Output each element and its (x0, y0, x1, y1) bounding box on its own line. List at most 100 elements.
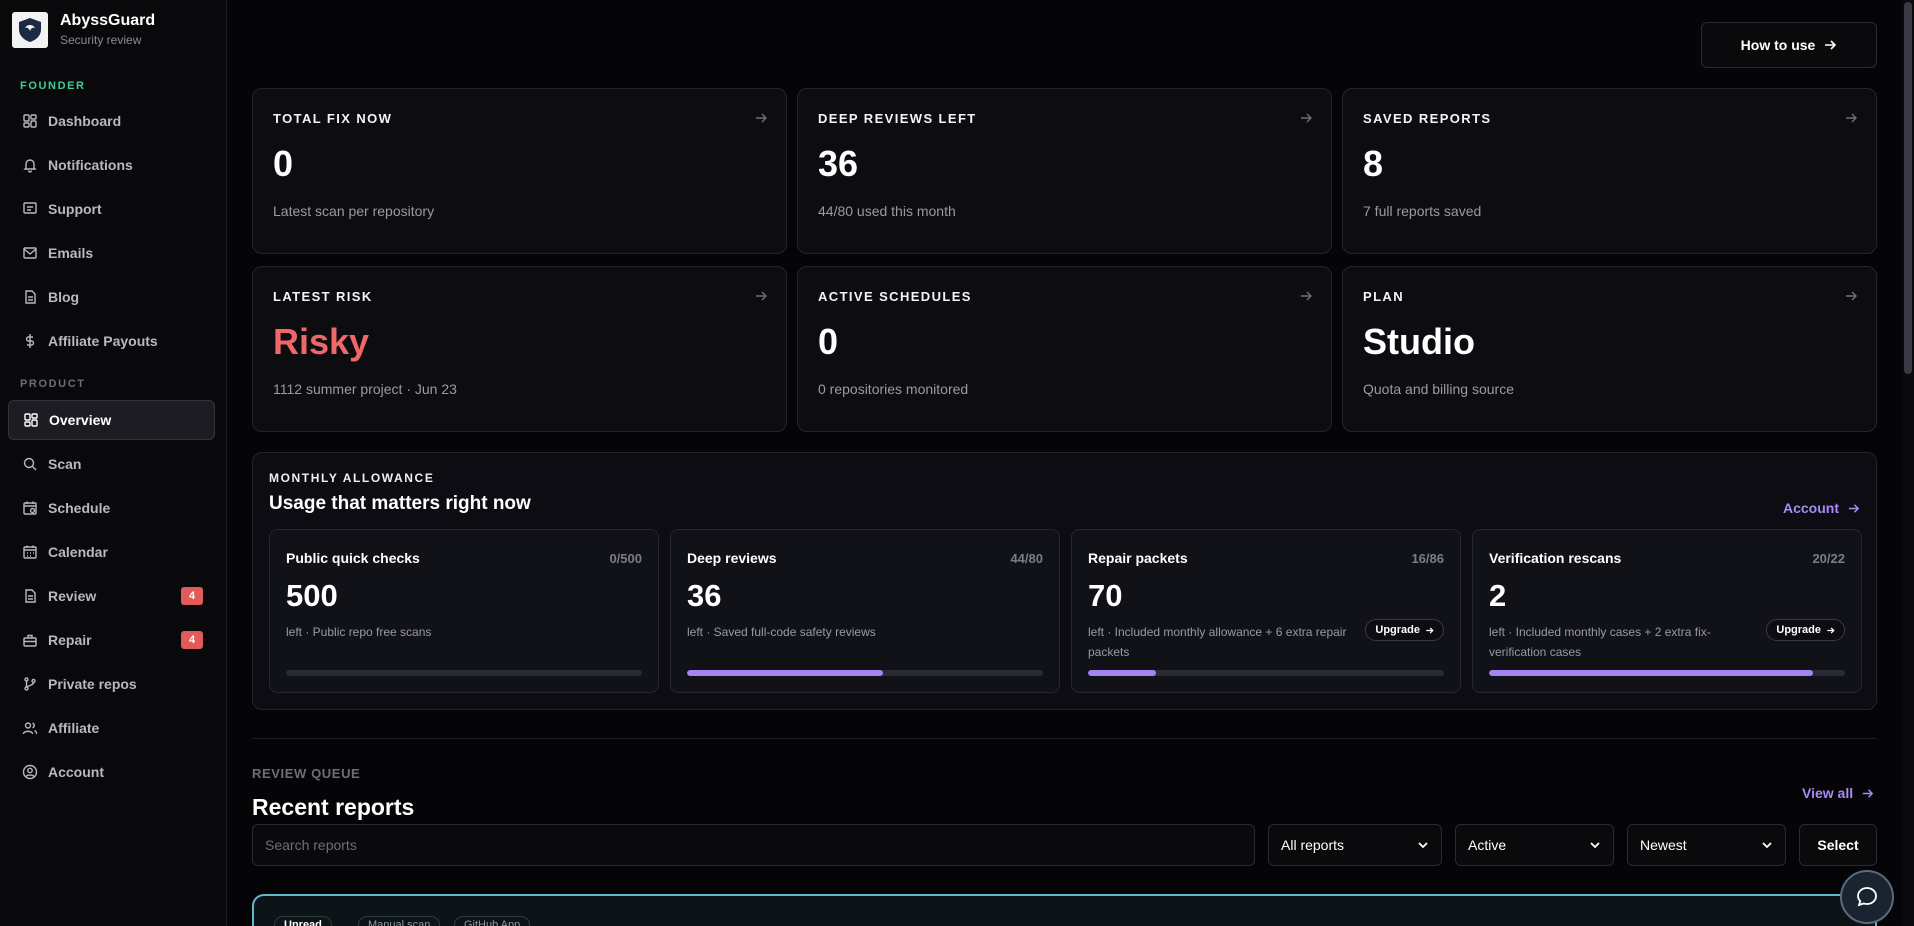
quota-subtitle: left · Included monthly cases + 2 extra … (1489, 625, 1711, 659)
arrow-right-icon (1426, 626, 1434, 634)
quota-title: Public quick checks (286, 550, 420, 566)
quota-title: Verification rescans (1489, 550, 1622, 566)
scrollbar-thumb[interactable] (1904, 2, 1912, 374)
quota-card-deep-reviews: Deep reviews 44/80 36 left · Saved full-… (670, 529, 1060, 693)
sidebar-item-label: Dashboard (48, 113, 122, 129)
stat-subtitle: 0 repositories monitored (818, 381, 969, 397)
select-button[interactable]: Select (1799, 824, 1877, 866)
upgrade-label: Upgrade (1375, 624, 1420, 636)
sidebar-item-emails[interactable]: Emails (8, 233, 215, 273)
mail-icon (23, 247, 37, 259)
stat-card-plan[interactable]: PLAN Studio Quota and billing source (1342, 266, 1877, 432)
sidebar-item-account[interactable]: Account (8, 752, 215, 792)
sidebar-item-schedule[interactable]: Schedule (8, 488, 215, 528)
users-icon (22, 722, 38, 735)
stat-title: LATEST RISK (273, 289, 373, 304)
sidebar-item-label: Blog (48, 289, 80, 305)
sidebar-item-label: Schedule (48, 500, 111, 516)
stat-value: 0 (273, 143, 294, 184)
stat-card-saved-reports[interactable]: SAVED REPORTS 8 7 full reports saved (1342, 88, 1877, 254)
stat-subtitle: 1112 summer project · Jun 23 (273, 381, 457, 397)
sidebar-item-notifications[interactable]: Notifications (8, 145, 215, 185)
manual-scan-tag: Manual scan (358, 916, 441, 926)
sort-select[interactable]: Newest (1627, 824, 1786, 866)
arrow-right-icon (1301, 113, 1312, 123)
dollar-icon (25, 334, 35, 348)
sidebar-item-label: Account (48, 764, 104, 780)
report-card[interactable]: Unread Manual scan GitHub App (252, 894, 1877, 926)
page-scrollbar[interactable] (1902, 0, 1914, 926)
sidebar-item-label: Support (48, 201, 102, 217)
status-filter-value: Active (1468, 837, 1507, 853)
stat-title: TOTAL FIX NOW (273, 111, 393, 126)
stat-value: Studio (1363, 321, 1475, 362)
quota-subtitle: left · Saved full-code safety reviews (687, 625, 876, 639)
document-icon (25, 290, 36, 304)
quota-progress-bar (1489, 670, 1845, 676)
sidebar-item-affiliate[interactable]: Affiliate (8, 708, 215, 748)
review-queue-label: REVIEW QUEUE (252, 766, 361, 781)
sidebar-item-dashboard[interactable]: Dashboard (8, 101, 215, 141)
calendar-icon (23, 545, 37, 559)
upgrade-verification-button[interactable]: Upgrade (1766, 619, 1845, 641)
message-icon (23, 202, 37, 214)
quota-title: Deep reviews (687, 550, 777, 566)
section-label-product: PRODUCT (20, 378, 86, 390)
dashboard-icon (23, 114, 37, 128)
account-link-label: Account (1783, 500, 1839, 516)
stat-card-latest-risk[interactable]: LATEST RISK Risky 1112 summer project · … (252, 266, 787, 432)
repair-count-badge: 4 (181, 631, 203, 649)
stat-card-deep-reviews-left[interactable]: DEEP REVIEWS LEFT 36 44/80 used this mon… (797, 88, 1332, 254)
stat-subtitle: Quota and billing source (1363, 381, 1514, 397)
quota-card-verification-rescans: Verification rescans 20/22 2 left · Incl… (1472, 529, 1862, 693)
quota-count: 44/80 (1010, 551, 1043, 566)
monthly-allowance-panel: MONTHLY ALLOWANCE Usage that matters rig… (252, 452, 1877, 710)
quota-card-public-quick-checks: Public quick checks 0/500 500 left · Pub… (269, 529, 659, 693)
arrow-right-icon (1846, 291, 1857, 301)
quota-progress-fill (1088, 670, 1156, 676)
allowance-title: Usage that matters right now (269, 493, 531, 514)
sidebar-item-scan[interactable]: Scan (8, 444, 215, 484)
arrow-right-icon (1825, 40, 1837, 50)
sidebar-item-blog[interactable]: Blog (8, 277, 215, 317)
quota-value: 70 (1088, 578, 1123, 613)
upgrade-repair-button[interactable]: Upgrade (1365, 619, 1444, 641)
stat-subtitle: Latest scan per repository (273, 203, 435, 219)
status-filter-select[interactable]: Active (1455, 824, 1614, 866)
quota-value: 36 (687, 578, 722, 613)
search-reports-input[interactable] (252, 824, 1255, 866)
sidebar-item-label: Review (48, 588, 97, 604)
stat-card-total-fix-now[interactable]: TOTAL FIX NOW 0 Latest scan per reposito… (252, 88, 787, 254)
arrow-right-icon (1862, 788, 1874, 798)
stat-card-active-schedules[interactable]: ACTIVE SCHEDULES 0 0 repositories monito… (797, 266, 1332, 432)
sidebar-item-calendar[interactable]: Calendar (8, 532, 215, 572)
quota-subtitle: left · Public repo free scans (286, 625, 432, 639)
shield-logo-icon (12, 12, 48, 48)
stat-title: PLAN (1363, 289, 1404, 304)
sidebar-item-label: Overview (49, 412, 112, 428)
brand[interactable]: AbyssGuard Security review (12, 12, 155, 48)
stat-title: DEEP REVIEWS LEFT (818, 111, 977, 126)
sidebar-item-affiliate-payouts[interactable]: Affiliate Payouts (8, 321, 215, 361)
how-to-use-label: How to use (1740, 37, 1816, 53)
quota-value: 2 (1489, 578, 1507, 613)
report-type-select[interactable]: All reports (1268, 824, 1442, 866)
sidebar-item-review[interactable]: Review 4 (8, 576, 215, 616)
brand-subtitle: Security review (60, 33, 142, 47)
stat-title: ACTIVE SCHEDULES (818, 289, 972, 304)
sidebar-item-private-repos[interactable]: Private repos (8, 664, 215, 704)
unread-tag: Unread (274, 916, 332, 926)
sidebar-item-repair[interactable]: Repair 4 (8, 620, 215, 660)
account-link[interactable]: Account (1783, 500, 1860, 516)
section-label-founder: FOUNDER (20, 80, 86, 92)
sidebar-item-overview[interactable]: Overview (8, 400, 215, 440)
chat-button[interactable] (1840, 870, 1894, 924)
quota-progress-fill (1489, 670, 1813, 676)
sidebar-item-support[interactable]: Support (8, 189, 215, 229)
dashboard-icon (24, 413, 38, 427)
view-all-link[interactable]: View all (1802, 785, 1874, 801)
arrow-right-icon (1827, 626, 1835, 634)
sidebar-item-label: Affiliate (48, 720, 100, 736)
toolbox-icon (23, 634, 37, 647)
how-to-use-button[interactable]: How to use (1701, 22, 1877, 68)
